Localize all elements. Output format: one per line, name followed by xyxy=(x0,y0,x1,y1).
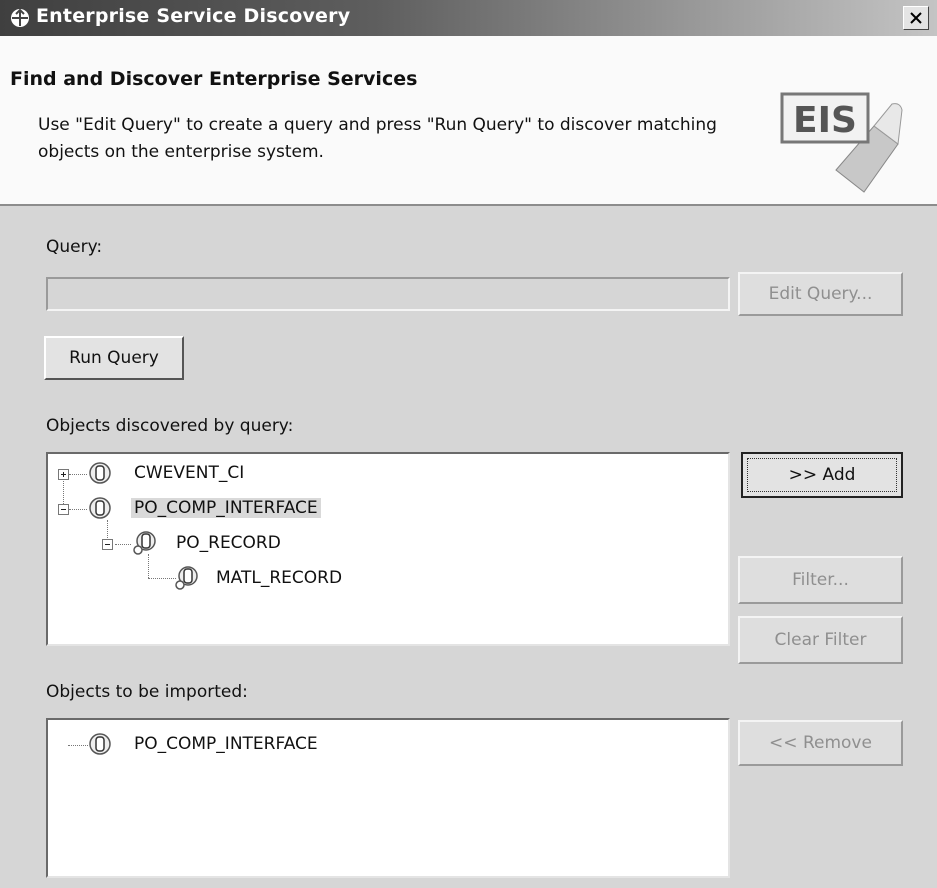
enterprise-service-discovery-window: Enterprise Service Discovery Find and Di… xyxy=(0,0,937,888)
discovered-objects-tree[interactable]: CWEVENT_CI PO_COMP_INTERFACE PO_RECORD M… xyxy=(46,452,730,646)
discovered-objects-label: Objects discovered by query: xyxy=(46,416,294,436)
eis-graphic-label: EIS xyxy=(793,100,857,141)
add-button-label: >> Add xyxy=(788,465,856,485)
collapse-icon[interactable] xyxy=(102,539,113,550)
filter-button[interactable]: Filter... xyxy=(738,556,903,604)
business-object-icon xyxy=(89,497,111,519)
imported-objects-list[interactable]: PO_COMP_INTERFACE xyxy=(46,718,730,878)
tree-item-po-record[interactable]: PO_RECORD xyxy=(48,529,728,559)
list-item-label: PO_COMP_INTERFACE xyxy=(134,734,318,754)
add-button[interactable]: >> Add xyxy=(741,452,903,498)
tree-item-label: PO_COMP_INTERFACE xyxy=(131,498,321,518)
expand-icon[interactable] xyxy=(58,469,69,480)
collapse-icon[interactable] xyxy=(58,504,69,515)
close-icon xyxy=(910,12,922,24)
page-description: Use "Edit Query" to create a query and p… xyxy=(38,115,717,162)
list-item-po-comp-interface[interactable]: PO_COMP_INTERFACE xyxy=(48,730,728,760)
tree-item-label: CWEVENT_CI xyxy=(134,463,245,483)
page-heading: Find and Discover Enterprise Services xyxy=(10,68,418,90)
clear-filter-button[interactable]: Clear Filter xyxy=(738,616,903,664)
tree-item-matl-record[interactable]: MATL_RECORD xyxy=(48,564,728,594)
query-input[interactable] xyxy=(46,277,730,311)
tree-item-po-comp-interface[interactable]: PO_COMP_INTERFACE xyxy=(48,494,728,524)
tree-item-label: MATL_RECORD xyxy=(216,568,343,588)
business-object-icon xyxy=(89,733,111,755)
run-query-button[interactable]: Run Query xyxy=(44,336,184,380)
remove-button[interactable]: << Remove xyxy=(738,720,903,766)
title-bar[interactable]: Enterprise Service Discovery xyxy=(0,0,937,36)
imported-objects-label: Objects to be imported: xyxy=(46,682,248,702)
query-label: Query: xyxy=(46,237,103,257)
tree-item-cwevent-ci[interactable]: CWEVENT_CI xyxy=(48,459,728,489)
edit-query-button[interactable]: Edit Query... xyxy=(738,272,903,316)
window-title: Enterprise Service Discovery xyxy=(36,5,351,27)
child-object-icon xyxy=(133,531,156,555)
business-object-icon xyxy=(89,462,111,484)
eis-flashlight-icon: EIS xyxy=(780,92,903,193)
close-button[interactable] xyxy=(903,6,929,30)
child-object-icon xyxy=(175,566,198,590)
header-banner: Find and Discover Enterprise Services Us… xyxy=(0,36,937,206)
tree-item-label: PO_RECORD xyxy=(176,533,281,553)
app-icon xyxy=(11,8,29,27)
